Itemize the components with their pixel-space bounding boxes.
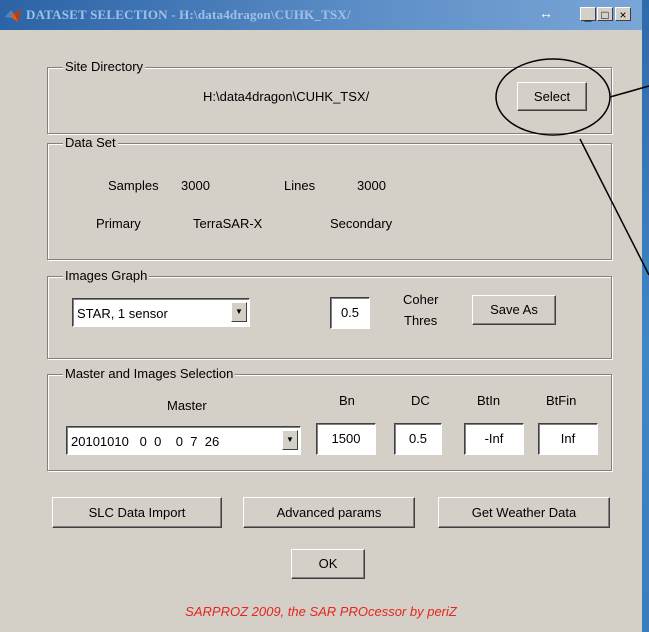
annotation-overlay [495,58,649,276]
highlight-circle [495,58,611,136]
callout-line-diagonal [579,138,649,276]
callout-line-top [609,85,649,98]
